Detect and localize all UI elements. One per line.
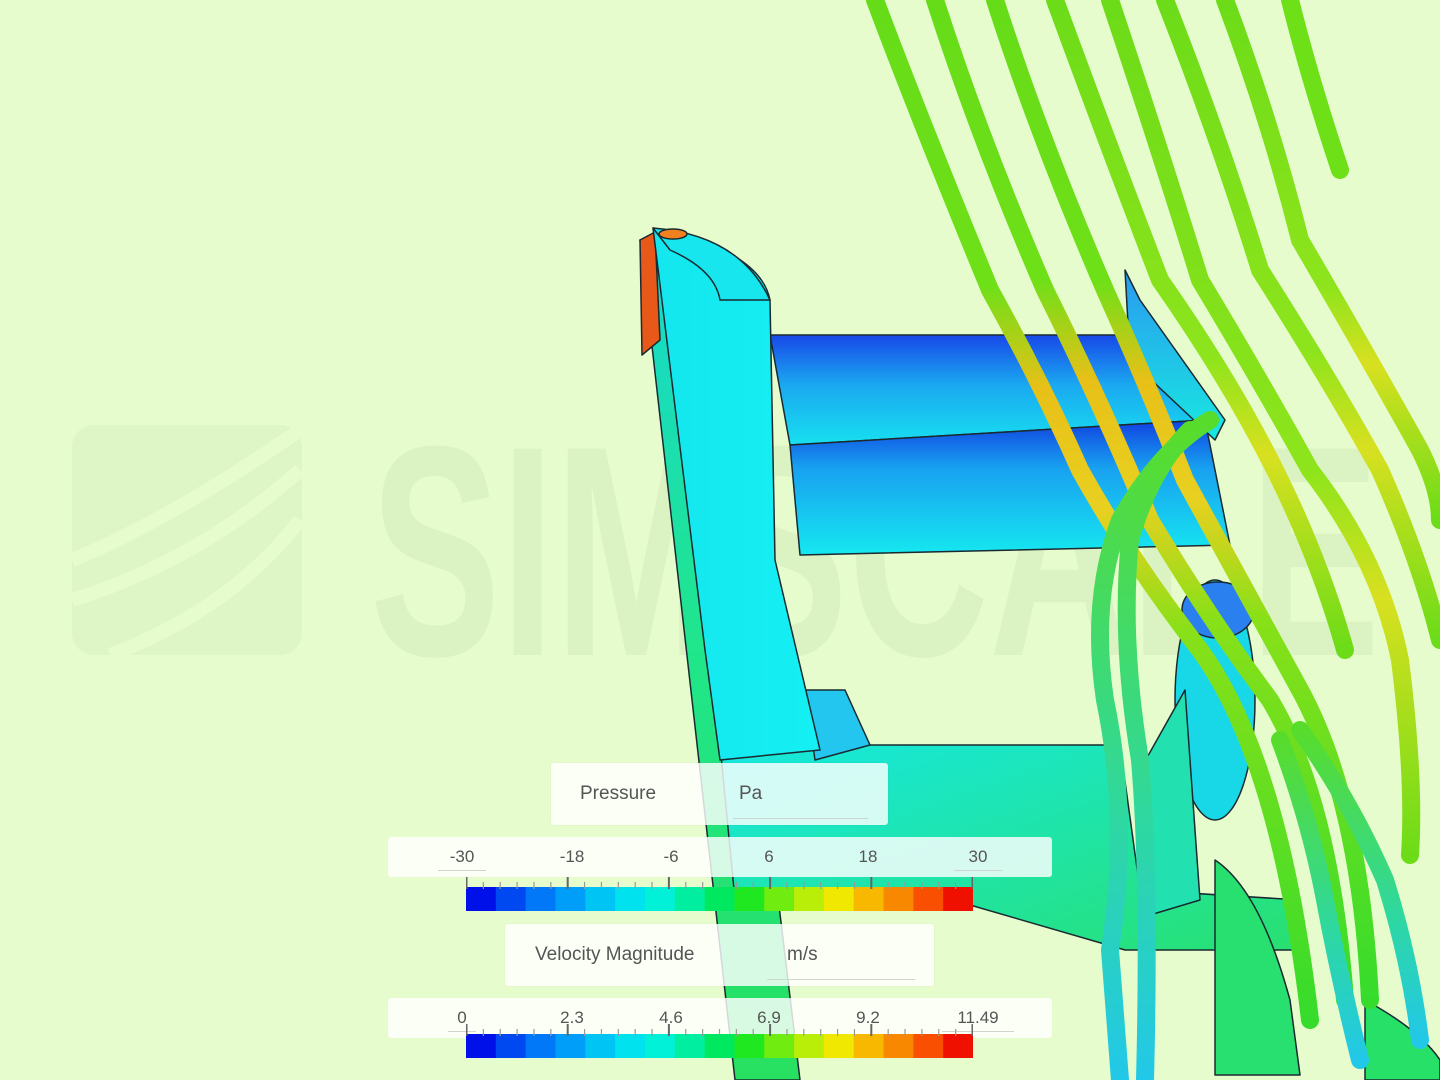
colorbar-segment <box>495 887 527 911</box>
colorbar-segment <box>883 1034 914 1058</box>
colorbar-segment <box>853 1034 885 1058</box>
tick-label: -6 <box>663 847 679 866</box>
colorbar-segment <box>734 1034 765 1058</box>
colorbar-segment <box>585 887 616 911</box>
post-hole <box>658 228 688 240</box>
pressure-legend-title: Pressure <box>580 783 657 804</box>
pressure-legend-ticks: -30 -18 -6 6 18 30 <box>388 837 1052 877</box>
colorbar-segment <box>615 1034 646 1058</box>
colorbar-segment <box>943 887 973 911</box>
streamline <box>1281 0 1349 179</box>
colorbar-segment <box>883 887 914 911</box>
tick-label: 6 <box>764 847 774 866</box>
colorbar-segment <box>913 1034 944 1058</box>
tick-label: -30 <box>449 847 475 866</box>
colorbar-segment <box>555 1034 586 1058</box>
colorbar-segment <box>704 1034 735 1058</box>
colorbar-segment <box>913 887 944 911</box>
tick-label: 18 <box>858 847 878 866</box>
velocity-legend-title: Velocity Magnitude <box>535 944 695 965</box>
colorbar-segment <box>943 1034 973 1058</box>
colorbar-segment <box>794 887 825 911</box>
tick-underline <box>438 870 486 871</box>
colorbar-segment <box>704 887 735 911</box>
colorbar-ticks <box>466 1024 973 1036</box>
colorbar-segment <box>525 887 556 911</box>
colorbar-segment <box>644 887 676 911</box>
colorbar-segment <box>794 1034 825 1058</box>
colorbar-segment <box>585 1034 616 1058</box>
colorbar-segment <box>466 887 497 911</box>
colorbar-segment <box>764 887 795 911</box>
watermark-logo <box>69 424 306 662</box>
colorbar-segment <box>555 887 586 911</box>
3d-viewport[interactable]: SIMSCALE <box>0 0 1440 1080</box>
colorbar-segment <box>525 1034 556 1058</box>
colorbar-segment <box>734 887 765 911</box>
pressure-colorbar <box>466 877 973 911</box>
colorbar-segment <box>615 887 646 911</box>
velocity-colorbar <box>466 1024 973 1058</box>
simulation-scene[interactable]: SIMSCALE <box>0 0 1440 1080</box>
colorbar-segment <box>823 1034 855 1058</box>
tick-label: -18 <box>559 847 585 866</box>
colorbar-segment <box>466 1034 497 1058</box>
colorbar-ticks <box>466 877 973 889</box>
unit-underline <box>767 979 915 980</box>
colorbar-segment <box>853 887 885 911</box>
pressure-legend-header: Pressure Pa <box>551 763 888 825</box>
colorbar-segment <box>644 1034 676 1058</box>
tick-underline <box>954 870 1002 871</box>
velocity-legend-unit: m/s <box>787 944 818 965</box>
pressure-legend-unit: Pa <box>739 783 763 804</box>
colorbar-segment <box>495 1034 527 1058</box>
colorbar-segment <box>764 1034 795 1058</box>
colorbar-segment <box>674 1034 706 1058</box>
colorbar-segment <box>823 887 855 911</box>
colorbar-segment <box>674 887 706 911</box>
velocity-legend-header: Velocity Magnitude m/s <box>505 924 934 986</box>
tick-label: 30 <box>968 847 988 866</box>
unit-underline <box>733 818 868 819</box>
